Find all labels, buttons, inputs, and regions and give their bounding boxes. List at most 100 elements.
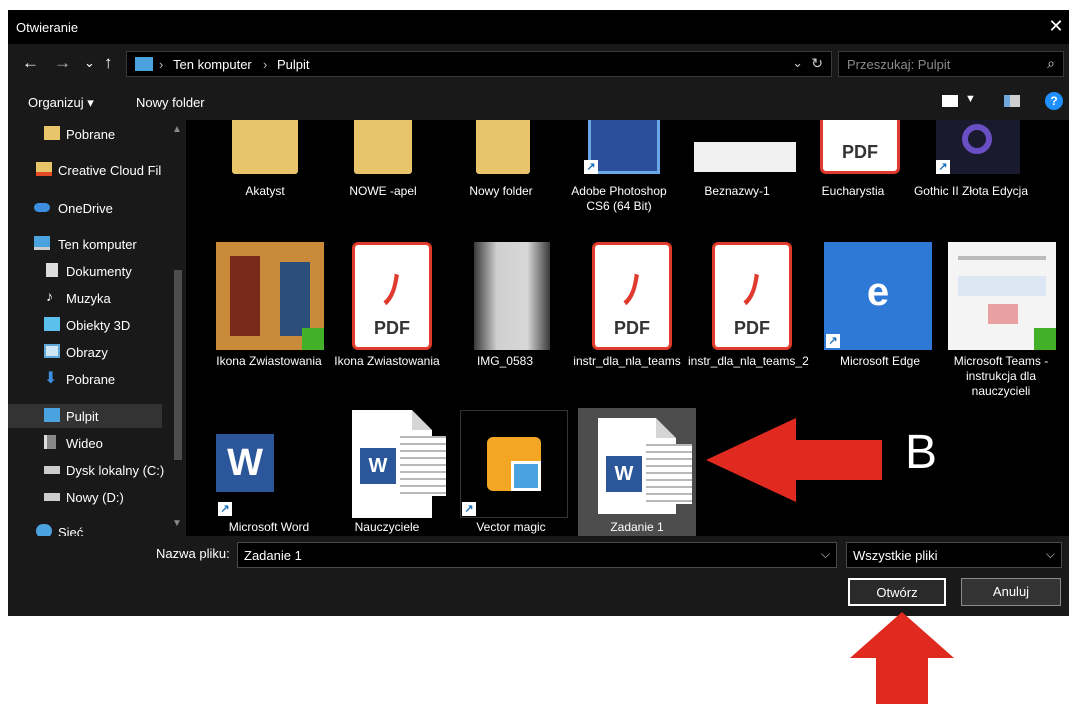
pdf-text: PDF — [374, 318, 410, 338]
address-bar[interactable]: › Ten komputer › Pulpit ⌄ ↻ — [126, 51, 832, 77]
sidebar-item-dokumenty[interactable]: Dokumenty — [8, 259, 168, 283]
preview-pane-icon[interactable] — [1004, 95, 1020, 107]
file-label: Gothic II Złota Edycja — [913, 184, 1029, 198]
annotation-arrow-left — [706, 418, 882, 502]
back-arrow-icon[interactable]: ← — [22, 53, 39, 73]
file-item-eucharystia[interactable]: PDF Eucharystia — [794, 120, 912, 198]
chevron-down-icon[interactable]: ⌵ — [821, 547, 830, 562]
file-item-img-0583[interactable]: IMG_0583 — [446, 242, 564, 368]
photoshop-icon — [588, 120, 660, 174]
file-item-vector-magic[interactable]: ↗ Vector magic — [452, 410, 570, 534]
file-item-nowe-apel[interactable]: NOWE -apel — [324, 120, 442, 198]
file-item-microsoft-edge[interactable]: e ↗ Microsoft Edge — [820, 242, 932, 368]
edge-icon: e — [824, 242, 932, 350]
word-letter: W — [360, 448, 396, 484]
file-item-instr-dla-nla-teams-2[interactable]: ﾉ PDF instr_dla_nla_teams_2 — [688, 242, 809, 368]
file-label: Zadanie 1 — [610, 520, 664, 534]
sidebar-item-wideo[interactable]: Wideo — [8, 431, 168, 455]
file-item-beznazwy-1[interactable]: Beznazwy-1 — [678, 120, 796, 198]
refresh-icon[interactable]: ↻ — [811, 55, 823, 72]
file-label: Ikona Zwiastowania — [216, 354, 322, 368]
cloud-icon — [34, 203, 50, 212]
command-toolbar: Organizuj ▾ Nowy folder ▼ ? — [8, 84, 1069, 120]
edge-letter: e — [866, 270, 890, 314]
file-item-nauczyciele[interactable]: W Nauczyciele — [328, 410, 446, 534]
video-icon — [44, 435, 56, 449]
acrobat-glyph: ﾉ — [622, 268, 642, 312]
sidebar-item-muzyka[interactable]: ♪ Muzyka — [8, 286, 168, 310]
open-button[interactable]: Otwórz — [848, 578, 946, 606]
shortcut-arrow-icon: ↗ — [462, 502, 476, 516]
sidebar-item-creative-cloud[interactable]: Creative Cloud Fil — [8, 158, 168, 182]
organize-menu-button[interactable]: Organizuj ▾ — [28, 95, 94, 111]
file-item-nowy-folder[interactable]: Nowy folder — [442, 120, 560, 198]
cancel-button[interactable]: Anuluj — [961, 578, 1061, 606]
sidebar-item-obiekty-3d[interactable]: Obiekty 3D — [8, 313, 168, 337]
sidebar-item-label: Sieć — [58, 525, 84, 536]
change-view-icon[interactable] — [942, 95, 958, 107]
pdf-text: PDF — [842, 142, 878, 162]
folder-icon — [44, 126, 60, 140]
close-icon[interactable]: ✕ — [1045, 16, 1067, 37]
recent-locations-chevron-icon[interactable]: ⌄ — [84, 55, 95, 71]
word-letter: W — [216, 434, 274, 492]
sidebar-item-pulpit[interactable]: Pulpit — [8, 404, 162, 428]
sidebar-item-pobrane-quick[interactable]: Pobrane — [8, 122, 168, 146]
breadcrumb-pulpit[interactable]: Pulpit — [277, 57, 310, 72]
address-dropdown-icon[interactable]: ⌄ — [792, 55, 803, 71]
file-item-microsoft-word[interactable]: W ↗ Microsoft Word — [210, 410, 328, 534]
sidebar-item-label: Dokumenty — [66, 264, 132, 279]
search-icon[interactable]: ⌕ — [1047, 55, 1055, 72]
pdf-text: PDF — [734, 318, 770, 338]
search-box[interactable]: Przeszukaj: Pulpit ⌕ — [838, 51, 1064, 77]
filename-input[interactable]: Zadanie 1 ⌵ — [237, 542, 837, 568]
file-label: Microsoft Word — [228, 520, 310, 534]
sidebar-item-onedrive[interactable]: OneDrive — [8, 196, 168, 220]
sidebar-item-label: Wideo — [66, 436, 103, 451]
shortcut-arrow-icon: ↗ — [584, 160, 598, 174]
sidebar-scrollbar-thumb[interactable] — [174, 270, 182, 460]
file-item-adobe-photoshop[interactable]: ↗ Adobe Photoshop CS6 (64 Bit) — [560, 120, 678, 213]
shortcut-arrow-icon: ↗ — [218, 502, 232, 516]
view-options-chevron-icon[interactable]: ▼ — [965, 93, 976, 105]
file-item-ikona-zwiastowania-pdf[interactable]: ﾉ PDF Ikona Zwiastowania — [328, 242, 446, 368]
forward-arrow-icon[interactable]: → — [54, 53, 71, 73]
file-item-akatyst[interactable]: Akatyst — [206, 120, 324, 198]
file-item-gothic-ii[interactable]: ↗ Gothic II Złota Edycja — [912, 120, 1030, 198]
sidebar-item-ten-komputer[interactable]: Ten komputer — [8, 232, 168, 256]
sidebar-item-label: Pobrane — [66, 127, 116, 142]
drive-icon — [44, 493, 60, 501]
acrobat-glyph: ﾉ — [742, 268, 762, 312]
sidebar-item-label: Obiekty 3D — [66, 318, 131, 333]
filetype-select[interactable]: Wszystkie pliki ⌵ — [846, 542, 1062, 568]
sidebar-item-dysk-d[interactable]: Nowy (D:) — [8, 485, 168, 509]
open-file-dialog: Otwieranie ✕ ← → ⌄ ↑ › Ten komputer › Pu… — [8, 10, 1069, 616]
file-label: Akatyst — [245, 184, 285, 198]
sidebar-item-obrazy[interactable]: Obrazy — [8, 340, 168, 364]
sidebar-item-siec[interactable]: Sieć — [8, 520, 168, 536]
file-label: Vector magic — [476, 520, 546, 534]
vector-magic-icon — [460, 410, 568, 518]
help-icon[interactable]: ? — [1045, 92, 1063, 110]
chevron-down-icon[interactable]: ⌵ — [1046, 547, 1055, 562]
file-item-microsoft-teams-instrukcja[interactable]: Microsoft Teams - instrukcja dla nauczyc… — [938, 242, 1064, 398]
new-folder-button[interactable]: Nowy folder — [136, 95, 205, 110]
sidebar-item-pobrane[interactable]: ⬇ Pobrane — [8, 367, 168, 391]
file-label: instr_dla_nla_teams_2 — [688, 354, 809, 368]
sidebar-item-dysk-c[interactable]: Dysk lokalny (C:) — [8, 458, 168, 482]
file-item-ikona-zwiastowania-image[interactable]: Ikona Zwiastowania — [210, 242, 328, 368]
download-icon: ⬇ — [44, 370, 58, 387]
scroll-down-icon[interactable]: ▼ — [172, 518, 182, 529]
pdf-icon: ﾉ PDF — [712, 242, 792, 350]
scroll-up-icon[interactable]: ▲ — [172, 124, 182, 135]
pictures-icon — [44, 344, 60, 358]
file-item-zadanie-1[interactable]: W Zadanie 1 — [578, 408, 696, 536]
file-label: instr_dla_nla_teams — [573, 354, 681, 368]
navigation-bar: ← → ⌄ ↑ › Ten komputer › Pulpit ⌄ ↻ Prze… — [8, 44, 1069, 84]
file-item-instr-dla-nla-teams[interactable]: ﾉ PDF instr_dla_nla_teams — [568, 242, 686, 368]
up-arrow-icon[interactable]: ↑ — [104, 53, 113, 73]
breadcrumb-ten-komputer[interactable]: Ten komputer — [173, 57, 252, 72]
word-file-icon: W — [598, 418, 692, 514]
file-label: NOWE -apel — [349, 184, 417, 198]
pdf-icon: PDF — [820, 120, 900, 174]
